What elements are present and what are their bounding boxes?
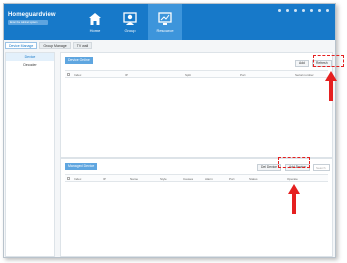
col-port: Port: [229, 177, 235, 181]
online-table-header: Index IP Split Port Serial number: [65, 70, 328, 78]
select-all-checkbox[interactable]: [67, 73, 70, 76]
col-index: Index: [74, 177, 82, 181]
nav-home[interactable]: Home: [80, 4, 110, 40]
tab-tv-wall[interactable]: TV wall: [72, 42, 93, 49]
nav-group-label: Group: [124, 27, 136, 33]
col-operate: Operate: [287, 177, 298, 181]
col-alarm: Alarm: [205, 177, 213, 181]
col-causes: Causes: [183, 177, 194, 181]
top-header: Homeguardview Enter the cabinet system H…: [4, 4, 335, 40]
nav-resource[interactable]: Resource: [148, 4, 182, 40]
device-online-title: Device Online: [65, 57, 93, 64]
nav-home-label: Home: [89, 27, 101, 33]
col-name: Name: [130, 177, 139, 181]
arrow-up-icon: [325, 71, 337, 101]
help-icon[interactable]: [302, 9, 305, 12]
col-ip: IP: [125, 73, 128, 77]
select-all-managed-checkbox[interactable]: [67, 177, 70, 180]
close-icon[interactable]: [326, 9, 329, 12]
window-controls: [278, 9, 329, 12]
col-style: Style: [160, 177, 167, 181]
device-online-panel: Device Online Add Refresh Index IP Split…: [60, 52, 333, 158]
nav-group[interactable]: Group: [115, 4, 145, 40]
group-icon: [123, 11, 137, 25]
arrow-up-icon: [288, 184, 300, 214]
tab-bar: Device Manage Group Manage TV wall: [4, 42, 335, 50]
home-icon: [89, 12, 101, 25]
brand-name: Homeguardview: [8, 12, 56, 18]
col-split: Split: [185, 73, 191, 77]
sidebar-item-decoder[interactable]: Decoder: [6, 61, 54, 69]
col-index: Index: [74, 73, 82, 77]
user-icon[interactable]: [278, 9, 281, 12]
brand: Homeguardview Enter the cabinet system: [8, 12, 56, 25]
add-button[interactable]: Add: [295, 60, 309, 67]
tab-device-manage[interactable]: Device Manage: [5, 42, 38, 49]
resource-icon: [158, 11, 172, 25]
maximize-icon[interactable]: [318, 9, 321, 12]
nav-resource-label: Resource: [156, 27, 174, 33]
tab-group-manage[interactable]: Group Manage: [39, 42, 71, 49]
col-ip: IP: [103, 177, 106, 181]
app-window: Homeguardview Enter the cabinet system H…: [3, 3, 336, 258]
col-serial-number: Serial number: [295, 73, 314, 77]
col-status: Status: [249, 177, 258, 181]
sidebar: Device Decoder: [5, 52, 55, 257]
search-input[interactable]: Search: [313, 164, 330, 171]
settings-icon[interactable]: [286, 9, 289, 12]
managed-table-header: Index IP Name Style Causes Alarm Port St…: [65, 174, 328, 182]
refresh-highlight-box: [313, 55, 344, 67]
col-port: Port: [240, 73, 246, 77]
lock-icon[interactable]: [294, 9, 297, 12]
minimize-icon[interactable]: [310, 9, 313, 12]
brand-subtitle: Enter the cabinet system: [8, 20, 48, 25]
add-device-highlight-box: [278, 157, 310, 168]
sidebar-item-device[interactable]: Device: [6, 53, 54, 61]
managed-device-title: Managed Device: [65, 163, 98, 170]
